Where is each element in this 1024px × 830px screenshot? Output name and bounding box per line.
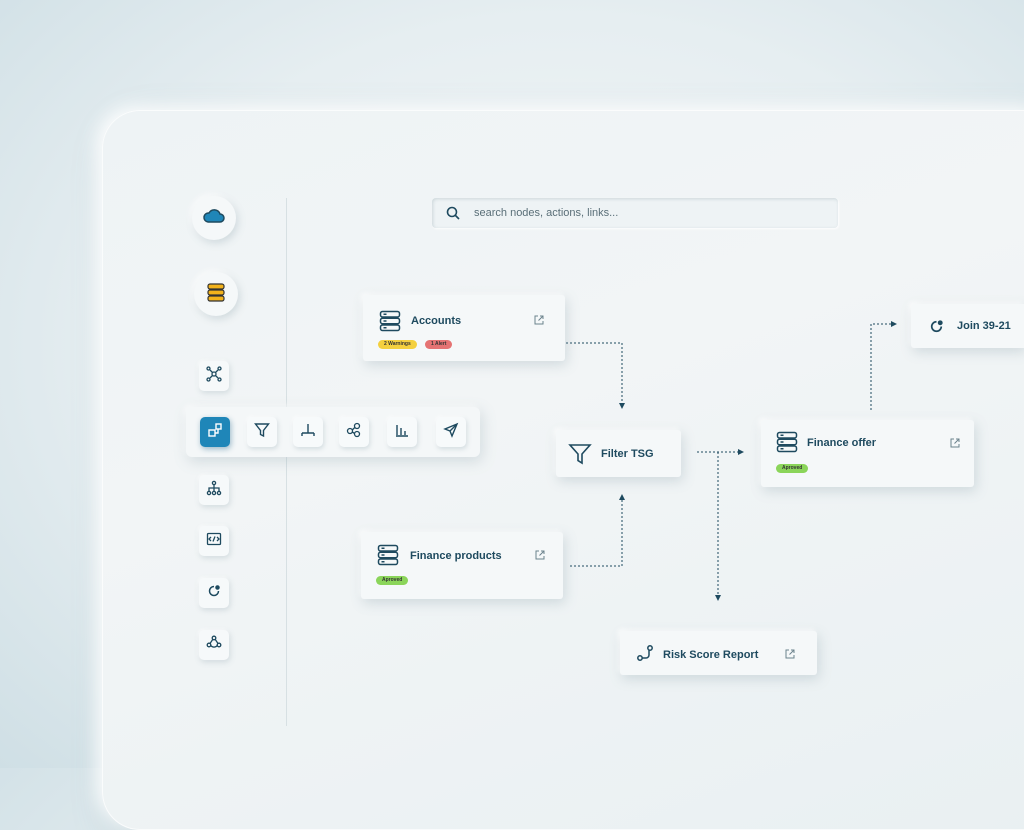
tool-send[interactable] (436, 417, 466, 447)
search-input[interactable] (472, 206, 796, 220)
sidebar-divider (286, 198, 287, 726)
split-icon (300, 422, 316, 443)
node-risk-report[interactable]: Risk Score Report (620, 631, 817, 675)
node-title: Finance offer (807, 437, 877, 449)
table-icon (776, 431, 798, 453)
send-icon (443, 422, 459, 443)
route-icon (636, 644, 654, 662)
node-finance-products[interactable]: Finance products Aproved (361, 532, 563, 599)
cluster-icon (346, 422, 362, 443)
hierarchy-button[interactable] (199, 475, 229, 505)
refresh-button[interactable] (199, 578, 229, 608)
tool-cluster[interactable] (339, 417, 369, 447)
network-button[interactable] (199, 361, 229, 391)
database-button[interactable] (194, 272, 238, 316)
status-badge: Aproved (376, 576, 409, 585)
filter-icon (254, 422, 270, 443)
share-icon (206, 635, 222, 656)
node-title: Filter TSG (601, 448, 654, 460)
code-icon (206, 531, 222, 552)
external-link-icon[interactable] (535, 550, 545, 560)
table-icon (377, 544, 399, 566)
status-badge: Aproved (776, 464, 809, 473)
chart-bars-icon (394, 422, 410, 443)
node-finance-offer[interactable]: Finance offer Aproved (761, 420, 974, 487)
search-bar (432, 198, 838, 228)
refresh-icon (206, 583, 222, 604)
cloud-icon (203, 208, 225, 229)
external-link-icon[interactable] (950, 438, 960, 448)
code-button[interactable] (199, 526, 229, 556)
status-badge: 1 Alert (425, 340, 453, 349)
network-icon (206, 365, 222, 387)
node-title: Join 39-21 (957, 320, 1011, 332)
share-button[interactable] (199, 630, 229, 660)
tool-node-link[interactable] (200, 417, 230, 447)
node-toolbar (186, 407, 480, 457)
cloud-button[interactable] (192, 196, 236, 240)
external-link-icon[interactable] (785, 649, 795, 659)
tool-split[interactable] (293, 417, 323, 447)
table-icon (379, 310, 401, 332)
node-join[interactable]: Join 39-21 (911, 304, 1024, 348)
database-icon (206, 282, 226, 307)
tool-filter[interactable] (247, 417, 277, 447)
node-title: Risk Score Report (663, 649, 759, 661)
tool-chart[interactable] (387, 417, 417, 447)
external-link-icon[interactable] (534, 315, 544, 325)
hierarchy-icon (206, 480, 222, 501)
node-filter[interactable]: Filter TSG (556, 430, 681, 477)
node-accounts[interactable]: Accounts 2 Warnings 1 Alert (363, 295, 565, 361)
filter-icon (568, 442, 592, 466)
search-icon (446, 206, 460, 220)
node-link-icon (207, 422, 223, 443)
node-title: Finance products (410, 550, 502, 562)
node-title: Accounts (411, 315, 462, 327)
refresh-icon (928, 318, 945, 335)
status-badge: 2 Warnings (378, 340, 417, 349)
